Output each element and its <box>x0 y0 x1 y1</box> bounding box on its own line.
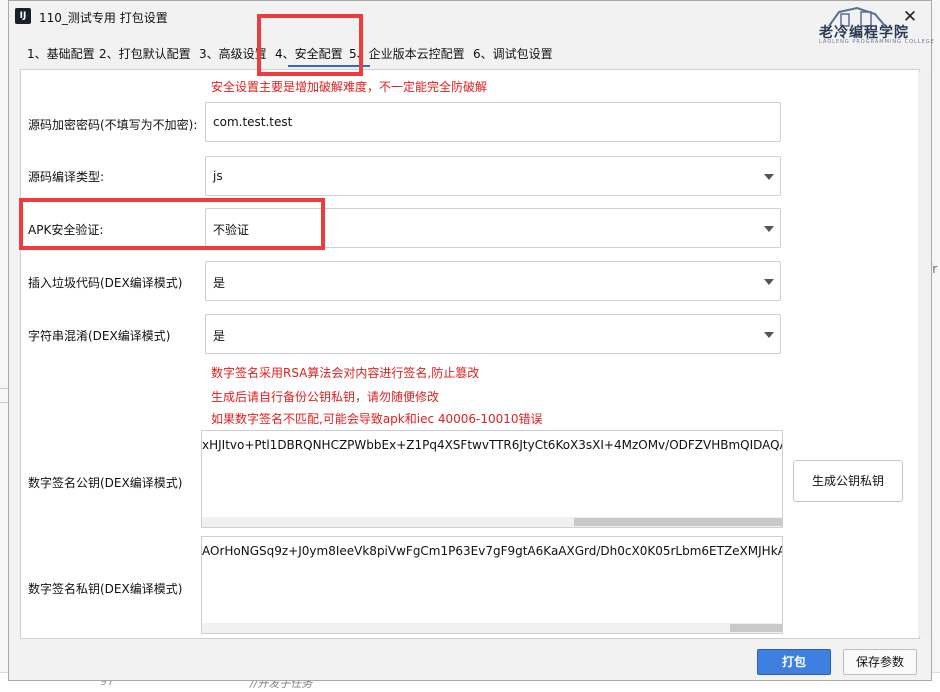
private-key-scrollbar[interactable] <box>202 623 782 633</box>
public-key-label: 数字签名公钥(DEX编译模式) <box>28 476 183 490</box>
chevron-down-icon <box>764 332 774 338</box>
title-bar: IJ 110_测试专用 打包设置 ✕ <box>9 1 931 33</box>
save-params-button[interactable]: 保存参数 <box>843 649 917 675</box>
public-key-scrollbar[interactable] <box>202 517 782 527</box>
rsa-note: 数字签名采用RSA算法会对内容进行签名,防止篡改 <box>211 366 480 380</box>
generate-keys-button[interactable]: 生成公钥私钥 <box>793 460 903 502</box>
backup-note: 生成后请自行备份公钥私钥，请勿随便修改 <box>211 390 440 404</box>
scrollbar-thumb[interactable] <box>574 518 782 526</box>
security-tab-highlight <box>257 14 363 76</box>
string-obfuscate-select[interactable]: 是 <box>205 314 781 354</box>
tab-debug-pack-settings[interactable]: 6、调试包设置 <box>473 45 553 62</box>
chevron-down-icon <box>764 279 774 285</box>
apk-verify-highlight <box>19 198 325 250</box>
scrollbar-thumb[interactable] <box>730 624 782 632</box>
private-key-value: AOrHoNGSq9z+J0ym8IeeVk8piVwFgCm1P63Ev7gF… <box>202 544 783 558</box>
source-password-label: 源码加密密码(不填写为不加密): <box>28 118 198 132</box>
pack-settings-dialog: IJ 110_测试专用 打包设置 ✕ 老冷编程学院 LAOLENG PROGRA… <box>8 0 934 681</box>
private-key-label: 数字签名私钥(DEX编译模式) <box>28 582 183 596</box>
public-key-textarea[interactable]: xHJItvo+Ptl1DBRQNHCZPWbbEx+Z1Pq4XSFtwvTT… <box>201 430 783 528</box>
security-note: 安全设置主要是增加破解难度，不一定能完全防破解 <box>211 80 488 94</box>
junk-code-select[interactable]: 是 <box>205 261 781 301</box>
source-password-input[interactable]: com.test.test <box>205 102 781 142</box>
background-divider <box>0 388 8 389</box>
compile-type-select[interactable]: js <box>205 156 781 196</box>
security-settings-panel: 安全设置主要是增加破解难度，不一定能完全防破解 源码加密密码(不填写为不加密):… <box>20 69 920 639</box>
intellij-app-icon: IJ <box>15 8 31 24</box>
panel-vertical-scrollbar[interactable] <box>918 72 930 636</box>
junk-code-label: 插入垃圾代码(DEX编译模式) <box>28 276 183 290</box>
background-divider <box>0 402 8 403</box>
chevron-down-icon <box>764 226 774 232</box>
tab-default-pack-config[interactable]: 2、打包默认配置 <box>99 45 191 62</box>
logo-subtext: LAOLENG PROGRAMMING COLLEGE <box>819 39 935 45</box>
brand-logo: 老冷编程学院 LAOLENG PROGRAMMING COLLEGE <box>805 6 937 46</box>
source-password-value: com.test.test <box>213 115 293 129</box>
string-obfuscate-label: 字符串混淆(DEX编译模式) <box>28 329 171 343</box>
public-key-value: xHJItvo+Ptl1DBRQNHCZPWbbEx+Z1Pq4XSFtwvTT… <box>202 438 783 452</box>
compile-type-label: 源码编译类型: <box>28 170 105 184</box>
window-title: 110_测试专用 打包设置 <box>39 11 168 25</box>
junk-code-value: 是 <box>213 276 226 290</box>
tab-basic-config[interactable]: 1、基础配置 <box>27 45 95 62</box>
tab-enterprise-cloud-config[interactable]: 5、企业版本云控配置 <box>349 45 465 62</box>
private-key-textarea[interactable]: AOrHoNGSq9z+J0ym8IeeVk8piVwFgCm1P63Ev7gF… <box>201 536 783 634</box>
string-obfuscate-value: 是 <box>213 329 226 343</box>
mismatch-note: 如果数字签名不匹配,可能会导致apk和iec 40006-10010错误 <box>211 412 543 426</box>
compile-type-value: js <box>213 169 223 183</box>
chevron-down-icon <box>764 174 774 180</box>
settings-tabs: 1、基础配置 2、打包默认配置 3、高级设置 4、安全配置 5、企业版本云控配置… <box>27 41 727 67</box>
pack-button[interactable]: 打包 <box>757 649 831 675</box>
